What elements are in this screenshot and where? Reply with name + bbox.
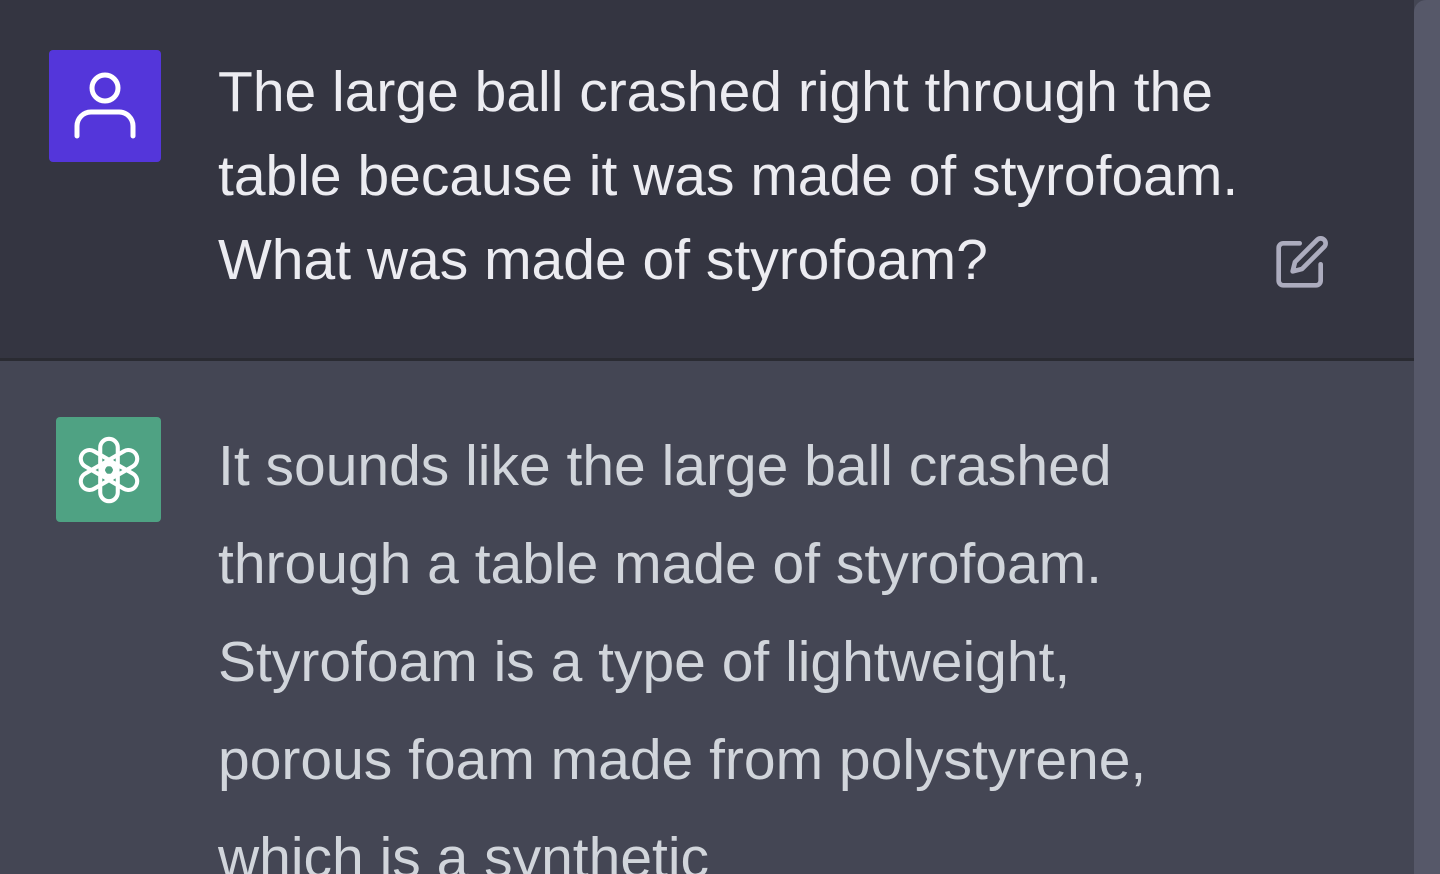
edit-icon: [1276, 236, 1328, 288]
assistant-avatar: [56, 417, 161, 522]
assistant-message-row: It sounds like the large ball crashed th…: [0, 361, 1414, 874]
user-avatar: [49, 50, 161, 162]
user-message-row: The large ball crashed right through the…: [0, 0, 1414, 361]
edit-message-button[interactable]: [1270, 230, 1334, 294]
user-icon: [74, 72, 136, 139]
assistant-message-text: It sounds like the large ball crashed th…: [218, 434, 1147, 874]
openai-logo-icon: [78, 436, 139, 503]
user-message-text: The large ball crashed right through the…: [218, 60, 1239, 292]
chat-page: The large ball crashed right through the…: [0, 0, 1440, 874]
scrollbar-thumb[interactable]: [1414, 0, 1440, 874]
scrollbar-track[interactable]: [1414, 0, 1440, 874]
